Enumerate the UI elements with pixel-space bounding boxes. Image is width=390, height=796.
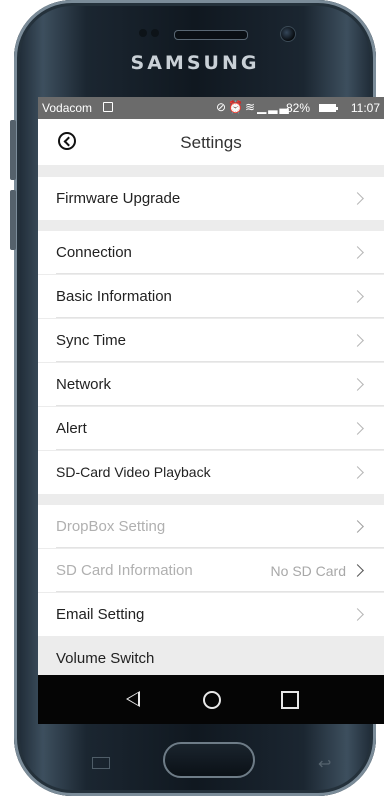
settings-item-volume-switch[interactable]: Volume Switch	[38, 637, 384, 680]
chevron-right-icon	[351, 334, 364, 347]
settings-item-label: Sync Time	[56, 332, 127, 349]
recent-apps-icon[interactable]	[281, 691, 299, 709]
settings-item-connection[interactable]: Connection	[38, 231, 384, 274]
earpiece-speaker	[174, 30, 248, 40]
settings-item-label: DropBox Setting	[56, 518, 166, 535]
android-nav-bar	[38, 675, 384, 724]
volume-button	[10, 120, 16, 180]
chevron-right-icon	[351, 520, 364, 533]
settings-item-label: Network	[56, 376, 112, 393]
divider	[56, 405, 384, 406]
settings-item-sd-card-information[interactable]: SD Card Information No SD Card	[38, 549, 384, 592]
page-title: Settings	[180, 133, 242, 152]
wifi-icon: ≋	[245, 100, 258, 114]
settings-item-value: No SD Card	[270, 563, 346, 579]
chevron-right-icon	[351, 608, 364, 621]
divider	[56, 449, 384, 450]
settings-item-firmware-upgrade[interactable]: Firmware Upgrade	[38, 177, 384, 220]
app-header: Settings	[38, 119, 384, 165]
settings-item-basic-information[interactable]: Basic Information	[38, 275, 384, 318]
front-camera	[280, 26, 296, 42]
settings-item-label: Basic Information	[56, 288, 172, 305]
settings-item-sync-time[interactable]: Sync Time	[38, 319, 384, 362]
back-icon[interactable]	[126, 691, 140, 707]
settings-item-alert[interactable]: Alert	[38, 407, 384, 450]
settings-item-network[interactable]: Network	[38, 363, 384, 406]
brand-logo: SAMSUNG	[130, 52, 260, 74]
battery-icon	[319, 104, 338, 112]
battery-percent: 82%	[286, 101, 311, 115]
divider	[56, 361, 384, 362]
settings-item-label: SD-Card Video Playback	[56, 464, 211, 480]
chevron-right-icon	[351, 246, 364, 259]
divider	[56, 591, 384, 592]
status-time: 11:07	[350, 101, 380, 115]
settings-item-label: Volume Switch	[56, 650, 155, 667]
settings-item-email-setting[interactable]: Email Setting	[38, 593, 384, 636]
status-bar: Vodacom ⊘⏰≋▁▂▃ 82% 11:07	[38, 97, 384, 119]
settings-item-label: Alert	[56, 420, 87, 437]
image-icon	[103, 102, 113, 112]
carrier-name: Vodacom	[42, 101, 93, 115]
chevron-right-icon	[351, 466, 364, 479]
recent-apps-key-icon	[92, 757, 110, 769]
alarm-icon: ⏰	[228, 100, 246, 114]
settings-item-label: Connection	[56, 244, 132, 261]
home-icon[interactable]	[203, 691, 221, 709]
settings-item-sd-card-video-playback[interactable]: SD-Card Video Playback	[38, 451, 384, 494]
chevron-right-icon	[351, 422, 364, 435]
chevron-right-icon	[351, 290, 364, 303]
chevron-right-icon	[351, 192, 364, 205]
divider	[56, 547, 384, 548]
divider	[56, 273, 384, 274]
settings-item-label: SD Card Information	[56, 562, 193, 579]
nfc-icon: ⊘	[216, 100, 229, 114]
proximity-sensor	[139, 29, 147, 37]
divider	[56, 317, 384, 318]
settings-item-dropbox-setting[interactable]: DropBox Setting	[38, 505, 384, 548]
chevron-right-icon	[351, 378, 364, 391]
home-key	[163, 742, 255, 778]
chevron-right-icon	[351, 564, 364, 577]
screen: Vodacom ⊘⏰≋▁▂▃ 82% 11:07 Settings Firmwa…	[38, 97, 384, 724]
power-button	[10, 190, 16, 250]
light-sensor	[151, 29, 159, 37]
settings-item-label: Email Setting	[56, 606, 145, 623]
settings-item-label: Firmware Upgrade	[56, 190, 181, 207]
back-key-icon: ↩	[318, 756, 332, 773]
status-icons: ⊘⏰≋▁▂▃	[216, 100, 291, 114]
